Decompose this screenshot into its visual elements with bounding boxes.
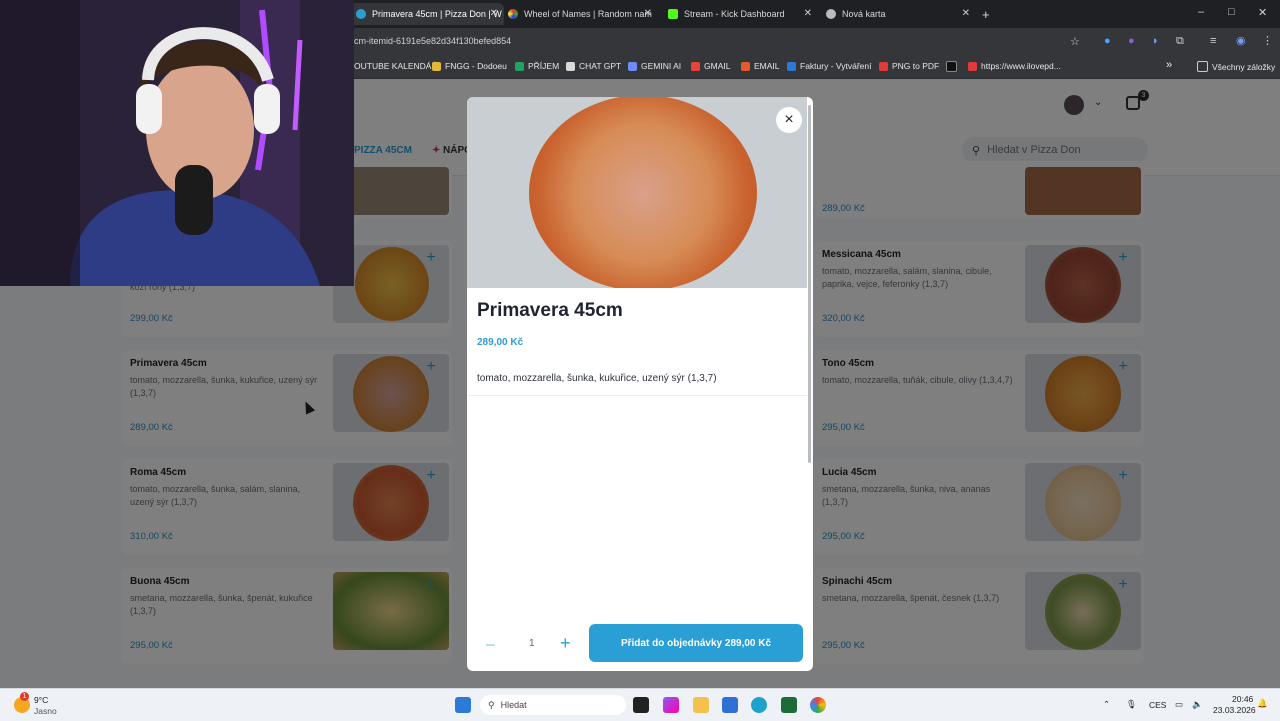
star-icon[interactable]: ☆ [1070, 35, 1080, 48]
wheel-favicon-icon [508, 9, 518, 19]
weather-text: Jasno [34, 706, 57, 716]
product-description: tomato, mozzarella, šunka, kukuřice, uze… [477, 373, 717, 384]
bookmark-item[interactable]: PŘÍJEM [515, 61, 559, 71]
tab-new-tab[interactable]: Nová karta ✕ [820, 3, 976, 25]
folder-icon [1197, 61, 1208, 72]
streamer-webcam-image [0, 0, 354, 286]
audio-extension-icon[interactable]: ◗ [1152, 35, 1159, 47]
volume-icon[interactable]: 🔈 [1192, 699, 1203, 710]
product-price: 289,00 Kč [477, 337, 524, 348]
file-explorer-icon[interactable] [693, 697, 709, 713]
sheets-icon [515, 61, 524, 71]
bookmark-item[interactable]: Faktury - Vytváření [787, 61, 871, 71]
network-icon[interactable]: ▭ [1175, 699, 1183, 710]
clock-time[interactable]: 20:46 [1232, 694, 1253, 704]
notification-bell-icon[interactable]: 🔔 [1257, 698, 1268, 709]
gmail-icon [691, 61, 700, 71]
weather-badge: 1 [20, 692, 29, 701]
tab-wheel-of-names[interactable]: Wheel of Names | Random nam ✕ [502, 3, 658, 25]
edge-icon[interactable] [751, 697, 767, 713]
language-indicator[interactable]: CES [1149, 700, 1166, 710]
search-icon: ⚲ [488, 699, 495, 710]
outlook-icon[interactable] [722, 697, 738, 713]
new-tab-button[interactable]: + [982, 3, 996, 25]
s-icon [946, 61, 957, 72]
decrease-quantity-button[interactable]: − [485, 635, 496, 656]
invoice-icon [787, 61, 796, 71]
email-icon [741, 61, 750, 71]
tab-kick-dashboard[interactable]: Stream - Kick Dashboard ✕ [662, 3, 818, 25]
bookmark-item[interactable] [946, 61, 961, 72]
microphone-icon[interactable]: 🎙 [1126, 699, 1137, 710]
bookmark-item[interactable]: PNG to PDF [879, 61, 939, 71]
increase-quantity-button[interactable]: + [560, 633, 571, 654]
product-title: Primavera 45cm [477, 300, 623, 321]
chevron-up-icon[interactable]: ⌃ [1103, 699, 1110, 710]
quantity-value: 1 [529, 638, 535, 649]
all-bookmarks-button[interactable]: Všechny záložky [1197, 61, 1275, 72]
tab-close-icon[interactable]: ✕ [804, 8, 812, 19]
task-view-icon[interactable] [633, 697, 649, 713]
taskbar-search[interactable]: ⚲ Hledat [480, 695, 626, 715]
pizza-don-favicon-icon [356, 9, 366, 19]
url-field[interactable]: cm-itemid-6191e5e82d34f130befed854 [354, 36, 511, 46]
bookmark-item[interactable]: https://www.ilovepd... [968, 61, 1061, 71]
windows-taskbar: 1 9°C Jasno ⚲ Hledat ⌃ 🎙 CES ▭ 🔈 20:46 2… [0, 688, 1280, 721]
maximize-icon[interactable]: □ [1228, 6, 1235, 18]
tab-title: Wheel of Names | Random nam [524, 9, 652, 19]
tab-close-icon[interactable]: ✕ [490, 8, 498, 19]
tab-primavera[interactable]: Primavera 45cm | Pizza Don | W ✕ [350, 3, 504, 25]
menu-kebab-icon[interactable]: ⋮ [1262, 34, 1273, 47]
tab-title: Nová karta [842, 9, 886, 19]
bookmark-item[interactable]: CHAT GPT [566, 61, 621, 71]
kick-favicon-icon [668, 9, 678, 19]
webcam-overlay [0, 0, 354, 286]
windows-start-icon[interactable] [455, 697, 471, 713]
pdf-icon [879, 61, 888, 71]
ilovepdf-icon [968, 61, 977, 71]
weather-temp: 9°C [34, 695, 49, 705]
product-modal: × Primavera 45cm 289,00 Kč tomato, mozza… [467, 97, 813, 671]
gemini-icon [628, 61, 637, 71]
product-image [467, 97, 807, 288]
excel-icon[interactable] [781, 697, 797, 713]
bookmark-item[interactable]: EMAIL [741, 61, 780, 71]
extensions-puzzle-icon[interactable]: ⧉ [1176, 35, 1184, 48]
chatgpt-icon [566, 61, 575, 71]
tab-close-icon[interactable]: ✕ [644, 8, 652, 19]
chrome-icon[interactable] [810, 697, 826, 713]
extension-icon[interactable]: ● [1104, 35, 1111, 47]
tab-title: Stream - Kick Dashboard [684, 9, 785, 19]
close-window-icon[interactable]: ✕ [1258, 6, 1267, 19]
bookmark-item[interactable]: FNGG - Dodoeu [432, 61, 507, 71]
taskbar-search-placeholder: Hledat [500, 700, 527, 710]
bookmark-icon [432, 61, 441, 71]
copilot-icon[interactable] [663, 697, 679, 713]
clock-date[interactable]: 23.03.2026 [1213, 705, 1256, 715]
close-modal-button[interactable]: × [776, 107, 802, 133]
modal-scrollbar[interactable] [808, 105, 811, 463]
extension-icon[interactable]: ● [1128, 35, 1135, 47]
bookmark-item[interactable]: OUTUBE KALENDÁŘ [354, 61, 438, 71]
divider [467, 395, 807, 396]
tab-title: Primavera 45cm | Pizza Don | W [372, 9, 502, 19]
add-to-order-button[interactable]: Přidat do objednávky 289,00 Kč [589, 624, 803, 662]
profile-icon[interactable]: ◉ [1236, 34, 1246, 47]
reading-list-icon[interactable]: ≡ [1210, 35, 1216, 47]
minimize-icon[interactable]: – [1198, 6, 1204, 18]
tab-close-icon[interactable]: ✕ [962, 8, 970, 19]
bookmark-item[interactable]: GMAIL [691, 61, 730, 71]
bookmarks-overflow-button[interactable]: » [1166, 59, 1172, 71]
chrome-favicon-icon [826, 9, 836, 19]
bookmark-item[interactable]: GEMINI AI [628, 61, 681, 71]
